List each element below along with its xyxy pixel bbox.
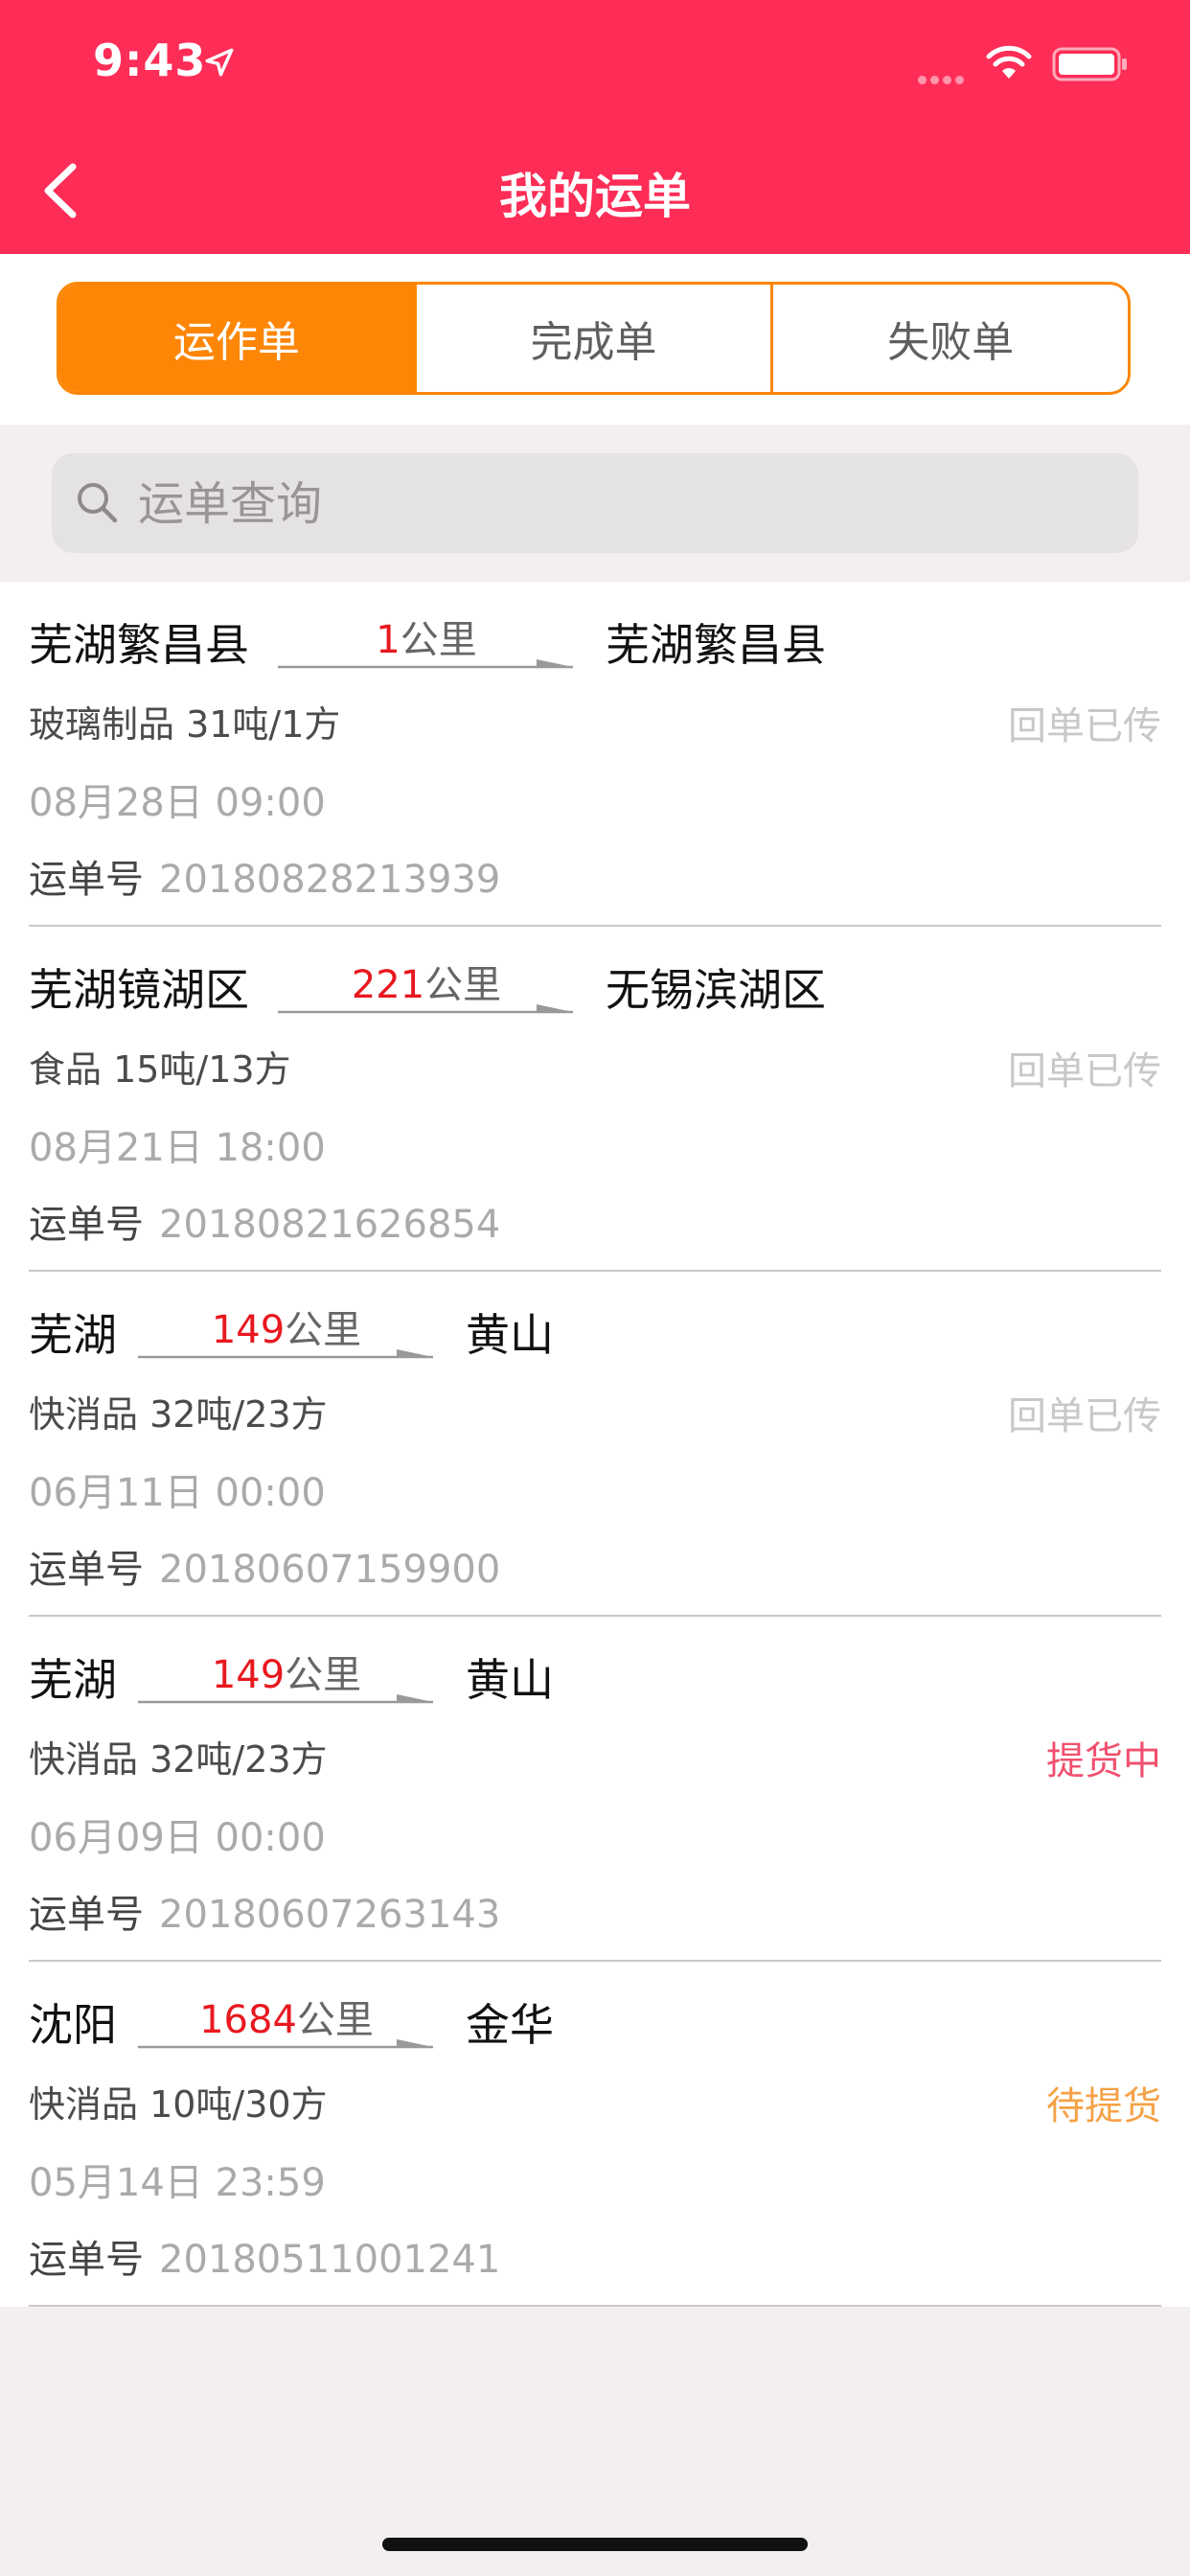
route-arrow-icon	[138, 1349, 433, 1359]
waybill-label: 运单号	[29, 2238, 144, 2282]
order-status: 回单已传	[1008, 1394, 1161, 1438]
home-indicator[interactable]	[382, 2538, 808, 2551]
search-input[interactable]	[136, 453, 1117, 555]
route-arrow-icon	[278, 659, 573, 669]
order-status: 回单已传	[1008, 1049, 1161, 1093]
order-list: 芜湖繁昌县 1公里 芜湖繁昌县 玻璃制品 31吨/1方 回单已传 08月28日 …	[0, 582, 1190, 2307]
order-origin: 芜湖	[29, 1654, 117, 1706]
order-card[interactable]: 芜湖 149公里 黄山 快消品 32吨/23方 回单已传 06月11日 00:0…	[0, 1272, 1190, 1617]
order-waybill: 运单号 20180821626854	[29, 1193, 500, 1249]
order-origin: 沈阳	[29, 1999, 117, 2051]
order-waybill: 运单号 20180511001241	[29, 2228, 500, 2284]
order-waybill: 运单号 20180828213939	[29, 848, 500, 904]
order-waybill: 运单号 20180607159900	[29, 1538, 500, 1594]
waybill-label: 运单号	[29, 1548, 144, 1592]
waybill-number: 20180607263143	[159, 1893, 501, 1937]
order-date: 06月11日 00:00	[29, 1471, 326, 1515]
order-waybill: 运单号 20180607263143	[29, 1883, 500, 1939]
route-arrow-icon	[278, 1004, 573, 1014]
order-cargo: 快消品 32吨/23方	[29, 1393, 328, 1436]
search-box[interactable]	[52, 453, 1138, 555]
order-cargo: 食品 15吨/13方	[29, 1048, 291, 1091]
order-status: 待提货	[1046, 2084, 1161, 2128]
tab-completed[interactable]: 完成单	[413, 285, 771, 392]
waybill-label: 运单号	[29, 1203, 144, 1247]
order-cargo: 玻璃制品 31吨/1方	[29, 703, 341, 746]
waybill-label: 运单号	[29, 858, 144, 902]
status-time: 9:43	[93, 34, 207, 86]
order-destination: 芜湖繁昌县	[606, 619, 826, 671]
location-arrow-icon	[205, 48, 234, 77]
header-bar: 9:43 我的运单	[0, 0, 1190, 254]
order-date: 08月28日 09:00	[29, 781, 326, 825]
waybill-number: 20180821626854	[159, 1203, 501, 1247]
route-arrow-icon	[138, 1694, 433, 1704]
order-destination: 黄山	[466, 1654, 554, 1706]
route-indicator: 149公里	[138, 1293, 435, 1360]
order-destination: 无锡滨湖区	[606, 964, 826, 1016]
order-card[interactable]: 芜湖 149公里 黄山 快消品 32吨/23方 提货中 06月09日 00:00…	[0, 1617, 1190, 1962]
route-indicator: 221公里	[278, 948, 575, 1015]
page-title: 我的运单	[499, 169, 691, 224]
order-cargo: 快消品 10吨/30方	[29, 2083, 328, 2126]
segmented-control: 运作单 完成单 失败单	[57, 282, 1131, 395]
wifi-icon	[986, 45, 1032, 79]
order-origin: 芜湖	[29, 1309, 117, 1361]
order-origin: 芜湖繁昌县	[29, 619, 249, 671]
order-card[interactable]: 沈阳 1684公里 金华 快消品 10吨/30方 待提货 05月14日 23:5…	[0, 1962, 1190, 2307]
waybill-label: 运单号	[29, 1893, 144, 1937]
order-destination: 黄山	[466, 1309, 554, 1361]
order-date: 06月09日 00:00	[29, 1816, 326, 1860]
order-status: 回单已传	[1008, 704, 1161, 748]
order-card[interactable]: 芜湖镜湖区 221公里 无锡滨湖区 食品 15吨/13方 回单已传 08月21日…	[0, 927, 1190, 1272]
order-status: 提货中	[1046, 1739, 1161, 1783]
order-card[interactable]: 芜湖繁昌县 1公里 芜湖繁昌县 玻璃制品 31吨/1方 回单已传 08月28日 …	[0, 582, 1190, 927]
route-indicator: 1公里	[278, 603, 575, 670]
order-origin: 芜湖镜湖区	[29, 964, 249, 1016]
battery-icon	[1052, 47, 1127, 81]
waybill-number: 20180511001241	[159, 2238, 501, 2282]
waybill-number: 20180607159900	[159, 1548, 501, 1592]
tab-bar-container: 运作单 完成单 失败单	[0, 254, 1190, 425]
route-indicator: 149公里	[138, 1638, 435, 1705]
order-destination: 金华	[466, 1999, 554, 2051]
route-arrow-icon	[138, 2039, 433, 2049]
search-bar	[0, 425, 1190, 582]
order-cargo: 快消品 32吨/23方	[29, 1738, 328, 1781]
waybill-number: 20180828213939	[159, 858, 501, 902]
order-date: 08月21日 18:00	[29, 1126, 326, 1170]
tab-failed[interactable]: 失败单	[770, 285, 1128, 392]
search-icon	[78, 483, 118, 523]
divider	[29, 2305, 1161, 2307]
route-indicator: 1684公里	[138, 1983, 435, 2050]
tab-in-progress[interactable]: 运作单	[59, 285, 414, 392]
cellular-signal-icon	[918, 70, 968, 88]
order-date: 05月14日 23:59	[29, 2161, 326, 2205]
